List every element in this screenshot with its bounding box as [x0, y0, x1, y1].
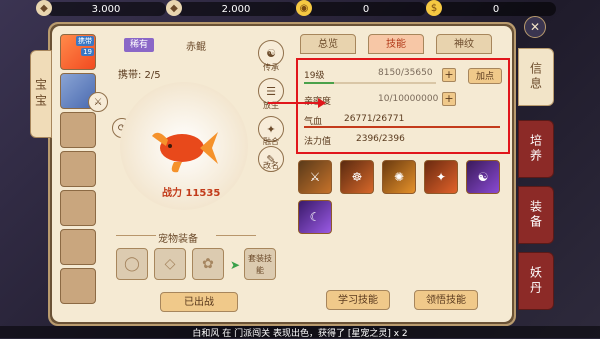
- divider-right: [216, 235, 256, 236]
- highlight-box: [296, 58, 510, 154]
- pet-fish-sprite: [152, 132, 218, 173]
- currency-1-value: 3.000: [91, 3, 121, 15]
- ingot-icon: ◉: [296, 0, 312, 16]
- battle-power: 战力 11535: [162, 188, 221, 199]
- currency-2-value: 2.000: [221, 3, 251, 15]
- currency-4-value: 0: [492, 3, 500, 15]
- pet-slot-7[interactable]: [60, 268, 96, 304]
- equip-title: 宠物装备: [158, 234, 198, 245]
- skill-lock-icon[interactable]: ⚔: [88, 92, 108, 112]
- currency-3: ◉ 0: [296, 0, 426, 16]
- system-message: 白和风 在 门派闯关 表现出色，获得了 [星宠之灵] x 2: [0, 326, 600, 339]
- currency-3-value: 0: [362, 3, 370, 15]
- currency-4: $ 0: [426, 0, 556, 16]
- equip-slot-charm[interactable]: ✿: [192, 248, 224, 280]
- coin-icon: ◆: [36, 0, 52, 16]
- gem-icon: ◆: [166, 0, 182, 16]
- carry-count: 携带: 2/5: [118, 70, 161, 81]
- comprehend-skill-button[interactable]: 领悟技能: [414, 290, 478, 310]
- currency-bar: ◆ 3.000 ◆ 2.000 ◉ 0 $ 0: [0, 0, 600, 18]
- skill-slot-3[interactable]: ✺: [382, 160, 416, 194]
- divider-left: [116, 235, 156, 236]
- skill-slot-4[interactable]: ✦: [424, 160, 458, 194]
- nav-equip[interactable]: 装备: [518, 186, 554, 244]
- pet-slot-list: 携带 19: [60, 34, 100, 307]
- equip-slot-collar[interactable]: ◯: [116, 248, 148, 280]
- carry-badge: 携带: [76, 36, 94, 46]
- rarity-badge: 稀有: [124, 38, 154, 52]
- nav-info[interactable]: 信息: [518, 48, 554, 106]
- currency-1: ◆ 3.000: [36, 0, 166, 16]
- suit-skill-button[interactable]: 套装技能: [244, 248, 276, 280]
- inherit-label: 传承: [263, 63, 279, 72]
- tab-skills[interactable]: 技能: [368, 34, 424, 54]
- skill-slot-1[interactable]: ⚔: [298, 160, 332, 194]
- pet-slot-6[interactable]: [60, 229, 96, 265]
- pet-slot-4[interactable]: [60, 151, 96, 187]
- close-button[interactable]: ✕: [524, 16, 546, 38]
- pet-slot-3[interactable]: [60, 112, 96, 148]
- currency-2: ◆ 2.000: [166, 0, 296, 16]
- pet-tab[interactable]: 宝宝: [30, 50, 52, 138]
- rename-label: 改名: [263, 161, 279, 170]
- level-badge: 19: [81, 48, 94, 56]
- skill-slot-2[interactable]: ☸: [340, 160, 374, 194]
- arrow-right-icon: ➤: [230, 258, 241, 272]
- pet-slot-5[interactable]: [60, 190, 96, 226]
- tab-overview[interactable]: 总览: [300, 34, 356, 54]
- gold-coin-icon: $: [426, 0, 442, 16]
- pet-name: 赤鲲: [186, 42, 206, 53]
- skill-slot-5[interactable]: ☯: [466, 160, 500, 194]
- nav-core[interactable]: 妖丹: [518, 252, 554, 310]
- annotation-arrow: [268, 98, 326, 108]
- dispatch-button[interactable]: 已出战: [160, 292, 238, 312]
- skill-slot-6[interactable]: ☾: [298, 200, 332, 234]
- learn-skill-button[interactable]: 学习技能: [326, 290, 390, 310]
- equip-slot-pendant[interactable]: ◇: [154, 248, 186, 280]
- pet-slot-1[interactable]: 携带 19: [60, 34, 96, 70]
- tab-runes[interactable]: 神纹: [436, 34, 492, 54]
- nav-cultivate[interactable]: 培养: [518, 120, 554, 178]
